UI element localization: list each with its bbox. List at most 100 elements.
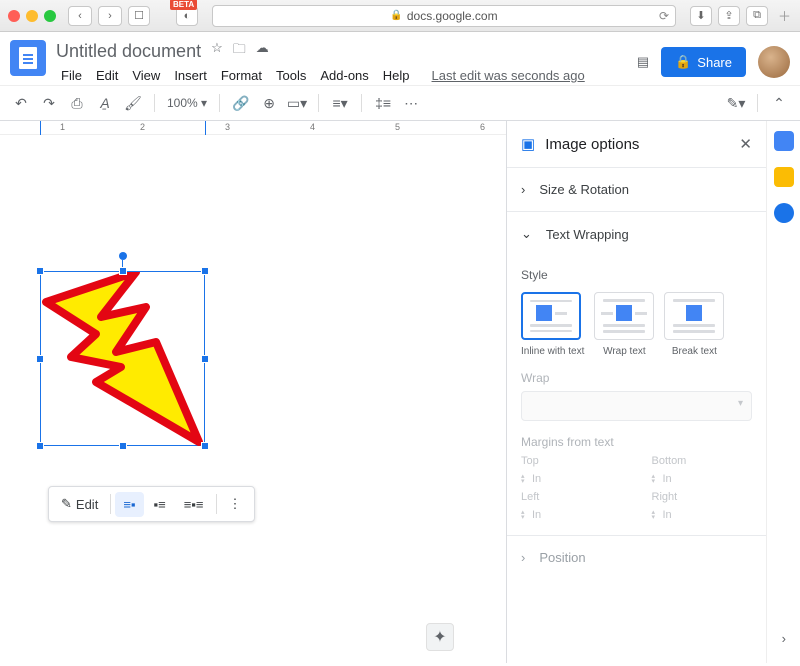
share-label: Share	[697, 55, 732, 70]
ruler-tick: 3	[225, 122, 230, 132]
menu-view[interactable]: View	[127, 66, 165, 85]
print-icon[interactable]: ⎙	[66, 92, 88, 114]
menu-insert[interactable]: Insert	[169, 66, 212, 85]
size-rotation-header[interactable]: › Size & Rotation	[507, 168, 766, 211]
star-icon[interactable]: ☆	[211, 40, 223, 62]
menu-format[interactable]: Format	[216, 66, 267, 85]
spellcheck-icon[interactable]: A̱	[94, 92, 116, 114]
image-context-toolbar: ✎ Edit ≡▪ ▪≡ ≡▪≡ ⋮	[48, 486, 255, 522]
tasks-addon-icon[interactable]	[774, 203, 794, 223]
comments-icon[interactable]: ▤	[637, 54, 649, 70]
menu-file[interactable]: File	[56, 66, 87, 85]
align-icon[interactable]: ≡▾	[329, 92, 351, 114]
editing-mode-icon[interactable]: ✎▾	[725, 92, 747, 114]
redo-icon[interactable]: ↷	[38, 92, 60, 114]
reload-icon[interactable]: ⟳	[659, 9, 669, 23]
new-tab-icon[interactable]: ＋	[778, 6, 792, 25]
size-rotation-label: Size & Rotation	[539, 182, 629, 197]
line-spacing-icon[interactable]: ‡≡	[372, 92, 394, 114]
inline-with-text-option[interactable]: Inline with text	[521, 292, 584, 357]
keep-addon-icon[interactable]	[774, 167, 794, 187]
margin-bottom-label: Bottom	[652, 455, 753, 467]
address-bar[interactable]: 🔒 docs.google.com ⟳	[212, 5, 676, 27]
right-indent-icon[interactable]	[205, 121, 206, 135]
wrap-inline-button[interactable]: ≡▪	[115, 492, 143, 517]
margin-bottom-field: ▴▾In	[652, 473, 753, 485]
chevron-right-icon: ›	[521, 550, 525, 565]
lock-icon: 🔒	[390, 10, 402, 21]
resize-handle-r[interactable]	[201, 355, 209, 363]
break-caption: Break text	[664, 346, 724, 357]
resize-handle-bl[interactable]	[36, 442, 44, 450]
position-header[interactable]: › Position	[507, 536, 766, 579]
sidebar-toggle[interactable]: ☐	[128, 6, 150, 26]
document-canvas[interactable]: 1 2 3 4 5 6 ✎ E	[0, 121, 506, 663]
resize-handle-b[interactable]	[119, 442, 127, 450]
lock-icon: 🔒	[675, 54, 691, 70]
download-icon[interactable]: ⬇	[690, 6, 712, 26]
close-window[interactable]	[8, 10, 20, 22]
wrap-text-option[interactable]: Wrap text	[594, 292, 654, 357]
break-text-option[interactable]: Break text	[664, 292, 724, 357]
tabs-icon[interactable]: ⧉	[746, 6, 768, 26]
menu-edit[interactable]: Edit	[91, 66, 123, 85]
resize-handle-t[interactable]	[119, 267, 127, 275]
ruler-tick: 1	[60, 122, 65, 132]
docs-logo-icon[interactable]	[10, 40, 46, 76]
last-edit-text[interactable]: Last edit was seconds ago	[427, 66, 590, 85]
resize-handle-l[interactable]	[36, 355, 44, 363]
horizontal-ruler[interactable]: 1 2 3 4 5 6	[0, 121, 506, 135]
more-icon[interactable]: ⋯	[400, 92, 422, 114]
break-text-button[interactable]: ≡▪≡	[176, 492, 212, 517]
wrap-style-group: Inline with text Wrap text Break text	[521, 292, 752, 357]
menu-help[interactable]: Help	[378, 66, 415, 85]
close-panel-button[interactable]: ✕	[739, 135, 752, 153]
chevron-down-icon: ⌄	[521, 226, 532, 242]
calendar-addon-icon[interactable]	[774, 131, 794, 151]
margin-top-label: Top	[521, 455, 622, 467]
selected-image[interactable]	[40, 271, 205, 446]
paint-format-icon[interactable]: 🖌	[122, 92, 144, 114]
forward-button[interactable]: ›	[98, 6, 122, 26]
left-indent-icon[interactable]	[40, 121, 41, 135]
margin-right-field: ▴▾In	[652, 509, 753, 521]
cloud-status-icon[interactable]: ☁	[256, 40, 269, 62]
lightning-bolt-icon	[41, 272, 206, 447]
edit-label: Edit	[76, 497, 98, 512]
add-comment-icon[interactable]: ⊕	[258, 92, 280, 114]
explore-button[interactable]: ✦	[426, 623, 454, 651]
document-title[interactable]: Untitled document	[56, 41, 201, 62]
wrap-label: Wrap	[521, 371, 752, 385]
zoom-select[interactable]: 100% ▾	[165, 96, 209, 110]
account-avatar[interactable]	[758, 46, 790, 78]
image-more-button[interactable]: ⋮	[221, 491, 250, 517]
minimize-window[interactable]	[26, 10, 38, 22]
toolbar: ↶ ↷ ⎙ A̱ 🖌 100% ▾ 🔗 ⊕ ▭▾ ≡▾ ‡≡ ⋯ ✎▾ ⌃	[0, 85, 800, 121]
margins-label: Margins from text	[521, 435, 752, 449]
resize-handle-tr[interactable]	[201, 267, 209, 275]
url-text: docs.google.com	[407, 9, 498, 23]
docs-header: Untitled document ☆ 🗀 ☁ File Edit View I…	[0, 32, 800, 85]
move-icon[interactable]: 🗀	[233, 40, 246, 62]
margin-top-field: ▴▾In	[521, 473, 622, 485]
text-wrapping-header[interactable]: ⌄ Text Wrapping	[507, 212, 766, 256]
share-icon[interactable]: ⇪	[718, 6, 740, 26]
menu-addons[interactable]: Add-ons	[315, 66, 373, 85]
hide-rail-button[interactable]: ›	[782, 631, 786, 646]
edit-image-button[interactable]: ✎ Edit	[53, 491, 106, 517]
back-button[interactable]: ‹	[68, 6, 92, 26]
margin-left-label: Left	[521, 491, 622, 503]
insert-image-icon[interactable]: ▭▾	[286, 92, 308, 114]
hide-menus-icon[interactable]: ⌃	[768, 92, 790, 114]
wrap-text-button[interactable]: ▪≡	[146, 492, 174, 517]
content-area: 1 2 3 4 5 6 ✎ E	[0, 121, 800, 663]
resize-handle-br[interactable]	[201, 442, 209, 450]
menu-tools[interactable]: Tools	[271, 66, 311, 85]
insert-link-icon[interactable]: 🔗	[230, 92, 252, 114]
undo-icon[interactable]: ↶	[10, 92, 32, 114]
resize-handle-tl[interactable]	[36, 267, 44, 275]
wrap-select	[521, 391, 752, 421]
share-button[interactable]: 🔒 Share	[661, 47, 746, 77]
rotate-handle[interactable]	[119, 252, 127, 260]
maximize-window[interactable]	[44, 10, 56, 22]
